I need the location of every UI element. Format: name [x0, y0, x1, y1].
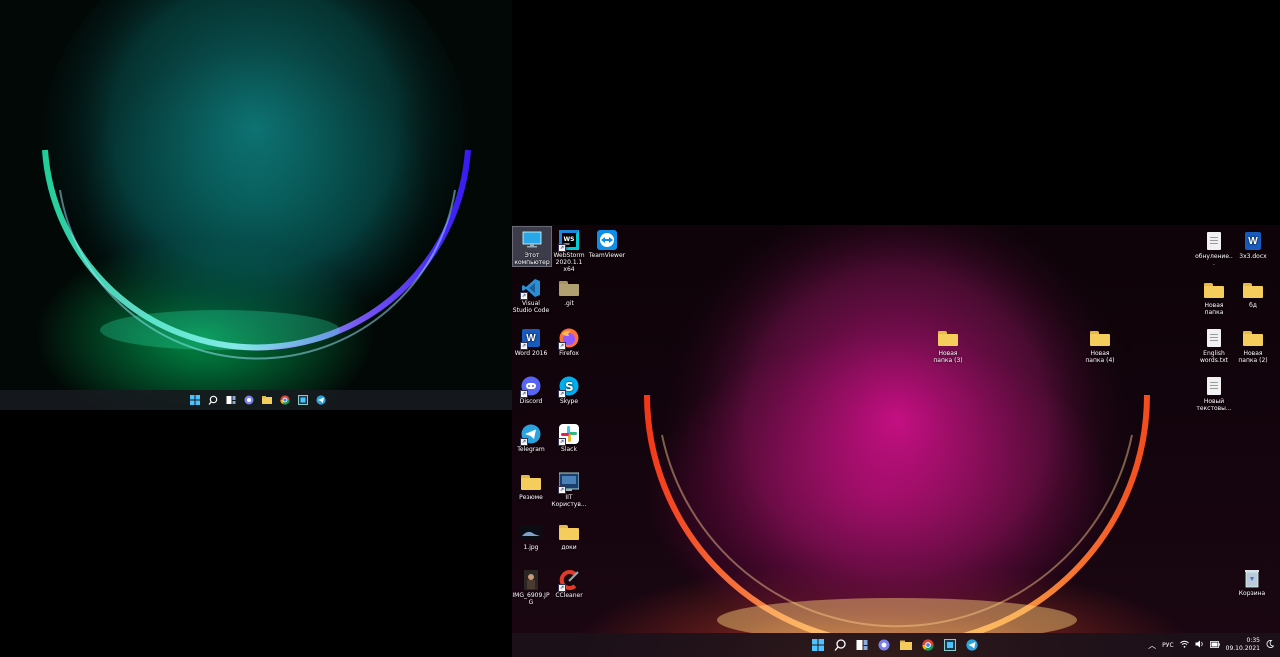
language-indicator[interactable]: РУС — [1162, 642, 1173, 649]
monitor-icon — [521, 229, 543, 251]
desktop-icon-resume-folder[interactable]: Резюме — [512, 469, 550, 501]
right-wallpaper-bloom — [644, 225, 1150, 633]
folder-icon — [1242, 327, 1264, 349]
chrome-icon[interactable] — [920, 637, 936, 653]
desktop-icon-img6909[interactable]: IMG_6909.JPG — [512, 567, 550, 606]
screen-capture-icon[interactable] — [296, 393, 310, 407]
ccleaner-icon: ↗ — [558, 569, 580, 592]
desktop-icon-slack[interactable]: ↗ Slack — [550, 421, 588, 453]
photo-thumbnail-icon — [520, 569, 542, 591]
search-icon[interactable] — [206, 393, 220, 407]
desktop-icon-new-text[interactable]: Новый текстовы... — [1195, 373, 1233, 412]
task-view-icon[interactable] — [224, 393, 238, 407]
text-file-icon — [1203, 375, 1225, 397]
desktop-icon-new-folder-4[interactable]: Новая папка (4) — [1081, 325, 1119, 364]
folder-icon — [558, 277, 580, 299]
battery-icon[interactable] — [1209, 640, 1220, 650]
search-icon[interactable] — [832, 637, 848, 653]
teams-chat-icon[interactable] — [876, 637, 892, 653]
right-taskbar: ︿ РУС 0:35 09.10.2021 — [512, 633, 1280, 657]
teamviewer-icon — [596, 229, 618, 251]
folder-icon — [1089, 327, 1111, 349]
word-icon: W ↗ — [520, 327, 542, 350]
text-file-icon — [1203, 327, 1225, 349]
desktop-icon-3x3-docx[interactable]: W 3x3.docx — [1234, 228, 1272, 260]
left-monitor — [0, 0, 512, 410]
desktop-icon-obnulenie[interactable]: обнуление... — [1195, 228, 1233, 267]
notification-moon-icon[interactable] — [1266, 640, 1275, 650]
desktop-icon-word[interactable]: W ↗ Word 2016 — [512, 325, 550, 357]
text-file-icon — [1203, 230, 1225, 252]
iit-icon: ↗ — [558, 471, 580, 494]
recycle-bin-icon — [1241, 567, 1263, 589]
desktop-icon-docs-folder[interactable]: доки — [550, 519, 588, 551]
file-explorer-icon[interactable] — [898, 637, 914, 653]
folder-icon — [937, 327, 959, 349]
folder-icon — [558, 521, 580, 543]
system-tray: ︿ РУС 0:35 09.10.2021 — [1148, 635, 1275, 655]
left-wallpaper-bloom — [40, 0, 471, 365]
task-view-icon[interactable] — [854, 637, 870, 653]
chrome-icon[interactable] — [278, 393, 292, 407]
desktop-icon-this-pc[interactable]: Этот компьютер — [512, 226, 552, 267]
desktop-icon-firefox[interactable]: ↗ Firefox — [550, 325, 588, 357]
desktop-icon-iit[interactable]: ↗ IIT Користув... — [550, 469, 588, 508]
desktop-icon-ccleaner[interactable]: ↗ CCleaner — [550, 567, 588, 599]
folder-icon — [1203, 279, 1225, 301]
telegram-icon: ↗ — [520, 423, 542, 446]
desktop-icon-1jpg[interactable]: 1.jpg — [512, 519, 550, 551]
volume-icon[interactable] — [1195, 640, 1204, 650]
teams-chat-icon[interactable] — [242, 393, 256, 407]
vscode-icon: ↗ — [520, 277, 542, 300]
svg-text:WS: WS — [564, 236, 575, 243]
desktop-icon-telegram[interactable]: ↗ Telegram — [512, 421, 550, 453]
slack-icon: ↗ — [558, 423, 580, 446]
word-document-icon: W — [1242, 230, 1264, 252]
desktop-icon-bd-folder[interactable]: бд — [1234, 277, 1272, 309]
image-thumbnail-icon — [520, 521, 542, 543]
desktop-icon-git-folder[interactable]: .git — [550, 275, 588, 307]
clock[interactable]: 0:35 09.10.2021 — [1226, 637, 1260, 653]
svg-text:S: S — [565, 380, 574, 394]
chevron-up-icon[interactable]: ︿ — [1148, 640, 1156, 651]
firefox-icon: ↗ — [558, 327, 580, 350]
desktop-icon-vscode[interactable]: ↗ Visual Studio Code — [512, 275, 550, 314]
desktop-icon-new-folder-2[interactable]: Новая папка (2) — [1234, 325, 1272, 364]
file-explorer-icon[interactable] — [260, 393, 274, 407]
folder-icon — [520, 471, 542, 493]
desktop-icon-english-words[interactable]: English words.txt — [1195, 325, 1233, 364]
desktop-icon-teamviewer[interactable]: TeamViewer — [588, 227, 626, 259]
telegram-icon[interactable] — [314, 393, 328, 407]
desktop-icon-webstorm[interactable]: WS ↗ WebStorm 2020.1.1 x64 — [550, 227, 588, 273]
wifi-icon[interactable] — [1179, 640, 1189, 650]
desktop-icon-discord[interactable]: ↗ Discord — [512, 373, 550, 405]
left-taskbar — [0, 390, 512, 410]
webstorm-icon: WS ↗ — [558, 229, 580, 252]
windows-start-icon[interactable] — [810, 637, 826, 653]
windows-start-icon[interactable] — [188, 393, 202, 407]
desktop-icon-skype[interactable]: S ↗ Skype — [550, 373, 588, 405]
discord-icon: ↗ — [520, 375, 542, 398]
skype-icon: S ↗ — [558, 375, 580, 398]
desktop-icon-recycle-bin[interactable]: Корзина — [1233, 565, 1271, 597]
desktop-icon-new-folder[interactable]: Новая папка — [1195, 277, 1233, 316]
folder-icon — [1242, 279, 1264, 301]
telegram-icon[interactable] — [964, 637, 980, 653]
desktop-icon-new-folder-3[interactable]: Новая папка (3) — [929, 325, 967, 364]
screen-capture-icon[interactable] — [942, 637, 958, 653]
right-monitor: Этот компьютер ↗ Visual Studio Code W ↗ W… — [512, 225, 1280, 657]
clock-date: 09.10.2021 — [1225, 645, 1260, 652]
clock-time: 0:35 — [1246, 637, 1260, 644]
